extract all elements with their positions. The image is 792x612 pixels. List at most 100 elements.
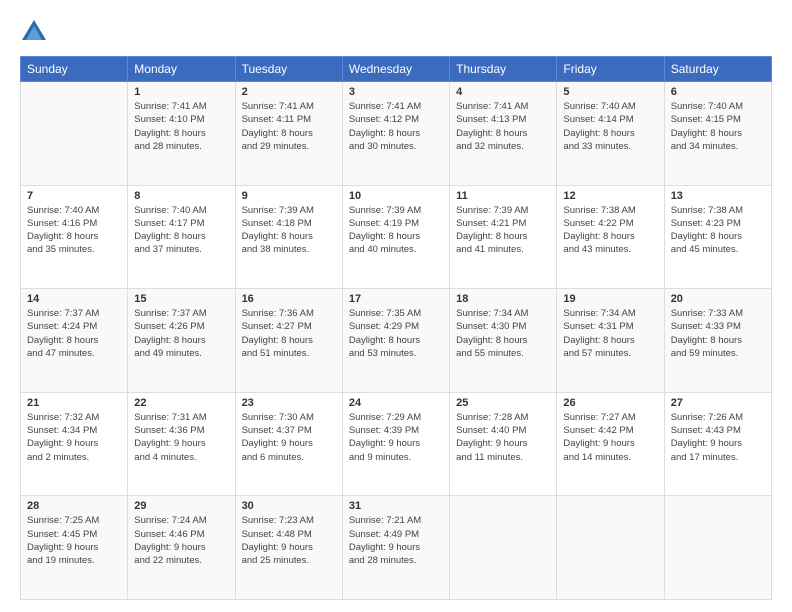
calendar-cell: 15 Sunrise: 7:37 AM Sunset: 4:26 PM Dayli… — [128, 289, 235, 393]
calendar-cell: 6 Sunrise: 7:40 AM Sunset: 4:15 PM Daylig… — [664, 82, 771, 186]
calendar-cell — [21, 82, 128, 186]
calendar-week-4: 21 Sunrise: 7:32 AM Sunset: 4:34 PM Dayli… — [21, 392, 772, 496]
calendar-cell: 24 Sunrise: 7:29 AM Sunset: 4:39 PM Dayli… — [342, 392, 449, 496]
day-info: Sunrise: 7:37 AM Sunset: 4:26 PM Dayligh… — [134, 307, 228, 360]
day-info: Sunrise: 7:36 AM Sunset: 4:27 PM Dayligh… — [242, 307, 336, 360]
calendar-cell: 12 Sunrise: 7:38 AM Sunset: 4:22 PM Dayli… — [557, 185, 664, 289]
day-info: Sunrise: 7:40 AM Sunset: 4:17 PM Dayligh… — [134, 204, 228, 257]
day-info: Sunrise: 7:31 AM Sunset: 4:36 PM Dayligh… — [134, 411, 228, 464]
calendar-cell: 21 Sunrise: 7:32 AM Sunset: 4:34 PM Dayli… — [21, 392, 128, 496]
calendar-cell: 5 Sunrise: 7:40 AM Sunset: 4:14 PM Daylig… — [557, 82, 664, 186]
day-number: 11 — [456, 190, 550, 202]
day-info: Sunrise: 7:29 AM Sunset: 4:39 PM Dayligh… — [349, 411, 443, 464]
calendar-cell: 17Sunrise: 7:35 AM Sunset: 4:29 PM Dayli… — [342, 289, 449, 393]
calendar-cell: 18Sunrise: 7:34 AM Sunset: 4:30 PM Dayli… — [450, 289, 557, 393]
calendar-cell: 28 Sunrise: 7:25 AM Sunset: 4:45 PM Dayli… — [21, 496, 128, 600]
calendar-cell: 20 Sunrise: 7:33 AM Sunset: 4:33 PM Dayli… — [664, 289, 771, 393]
day-number: 22 — [134, 397, 228, 409]
day-number: 17 — [349, 293, 443, 305]
day-info: Sunrise: 7:38 AM Sunset: 4:22 PM Dayligh… — [563, 204, 657, 257]
calendar-cell — [557, 496, 664, 600]
day-info: Sunrise: 7:41 AM Sunset: 4:11 PM Dayligh… — [242, 100, 336, 153]
day-info: Sunrise: 7:41 AM Sunset: 4:13 PM Dayligh… — [456, 100, 550, 153]
day-number: 26 — [563, 397, 657, 409]
day-number: 1 — [134, 86, 228, 98]
calendar-cell: 29 Sunrise: 7:24 AM Sunset: 4:46 PM Dayli… — [128, 496, 235, 600]
day-number: 7 — [27, 190, 121, 202]
day-info: Sunrise: 7:39 AM Sunset: 4:18 PM Dayligh… — [242, 204, 336, 257]
calendar-week-3: 14 Sunrise: 7:37 AM Sunset: 4:24 PM Dayli… — [21, 289, 772, 393]
day-info: Sunrise: 7:24 AM Sunset: 4:46 PM Dayligh… — [134, 514, 228, 567]
page-header — [20, 18, 772, 46]
calendar-cell — [450, 496, 557, 600]
day-number: 3 — [349, 86, 443, 98]
logo — [20, 18, 52, 46]
day-info: Sunrise: 7:28 AM Sunset: 4:40 PM Dayligh… — [456, 411, 550, 464]
calendar-week-1: 1 Sunrise: 7:41 AM Sunset: 4:10 PM Daylig… — [21, 82, 772, 186]
col-saturday: Saturday — [664, 57, 771, 82]
day-info: Sunrise: 7:33 AM Sunset: 4:33 PM Dayligh… — [671, 307, 765, 360]
day-number: 20 — [671, 293, 765, 305]
day-number: 6 — [671, 86, 765, 98]
calendar-cell: 4 Sunrise: 7:41 AM Sunset: 4:13 PM Daylig… — [450, 82, 557, 186]
calendar-cell: 30Sunrise: 7:23 AM Sunset: 4:48 PM Dayli… — [235, 496, 342, 600]
calendar-cell: 14 Sunrise: 7:37 AM Sunset: 4:24 PM Dayli… — [21, 289, 128, 393]
day-number: 8 — [134, 190, 228, 202]
calendar-cell: 13Sunrise: 7:38 AM Sunset: 4:23 PM Dayli… — [664, 185, 771, 289]
day-number: 5 — [563, 86, 657, 98]
day-number: 18 — [456, 293, 550, 305]
calendar-cell: 3 Sunrise: 7:41 AM Sunset: 4:12 PM Daylig… — [342, 82, 449, 186]
day-info: Sunrise: 7:40 AM Sunset: 4:15 PM Dayligh… — [671, 100, 765, 153]
calendar-cell: 16 Sunrise: 7:36 AM Sunset: 4:27 PM Dayli… — [235, 289, 342, 393]
calendar-cell: 23Sunrise: 7:30 AM Sunset: 4:37 PM Dayli… — [235, 392, 342, 496]
calendar-header: Sunday Monday Tuesday Wednesday Thursday… — [21, 57, 772, 82]
logo-icon — [20, 18, 48, 46]
calendar-cell: 11 Sunrise: 7:39 AM Sunset: 4:21 PM Dayli… — [450, 185, 557, 289]
day-info: Sunrise: 7:23 AM Sunset: 4:48 PM Dayligh… — [242, 514, 336, 567]
col-tuesday: Tuesday — [235, 57, 342, 82]
day-number: 16 — [242, 293, 336, 305]
calendar-table: Sunday Monday Tuesday Wednesday Thursday… — [20, 56, 772, 600]
day-info: Sunrise: 7:41 AM Sunset: 4:12 PM Dayligh… — [349, 100, 443, 153]
day-number: 10 — [349, 190, 443, 202]
col-wednesday: Wednesday — [342, 57, 449, 82]
day-number: 31 — [349, 500, 443, 512]
day-number: 28 — [27, 500, 121, 512]
day-info: Sunrise: 7:32 AM Sunset: 4:34 PM Dayligh… — [27, 411, 121, 464]
day-info: Sunrise: 7:21 AM Sunset: 4:49 PM Dayligh… — [349, 514, 443, 567]
calendar-cell: 25 Sunrise: 7:28 AM Sunset: 4:40 PM Dayli… — [450, 392, 557, 496]
day-number: 29 — [134, 500, 228, 512]
day-info: Sunrise: 7:39 AM Sunset: 4:19 PM Dayligh… — [349, 204, 443, 257]
day-number: 4 — [456, 86, 550, 98]
day-number: 14 — [27, 293, 121, 305]
day-info: Sunrise: 7:37 AM Sunset: 4:24 PM Dayligh… — [27, 307, 121, 360]
day-number: 12 — [563, 190, 657, 202]
day-info: Sunrise: 7:40 AM Sunset: 4:16 PM Dayligh… — [27, 204, 121, 257]
day-number: 27 — [671, 397, 765, 409]
calendar-cell — [664, 496, 771, 600]
col-friday: Friday — [557, 57, 664, 82]
day-info: Sunrise: 7:41 AM Sunset: 4:10 PM Dayligh… — [134, 100, 228, 153]
day-number: 15 — [134, 293, 228, 305]
day-number: 19 — [563, 293, 657, 305]
day-number: 24 — [349, 397, 443, 409]
day-number: 13 — [671, 190, 765, 202]
day-info: Sunrise: 7:25 AM Sunset: 4:45 PM Dayligh… — [27, 514, 121, 567]
calendar-cell: 19 Sunrise: 7:34 AM Sunset: 4:31 PM Dayli… — [557, 289, 664, 393]
day-info: Sunrise: 7:34 AM Sunset: 4:31 PM Dayligh… — [563, 307, 657, 360]
calendar-cell: 2 Sunrise: 7:41 AM Sunset: 4:11 PM Daylig… — [235, 82, 342, 186]
calendar-cell: 31 Sunrise: 7:21 AM Sunset: 4:49 PM Dayli… — [342, 496, 449, 600]
day-info: Sunrise: 7:26 AM Sunset: 4:43 PM Dayligh… — [671, 411, 765, 464]
calendar-cell: 10 Sunrise: 7:39 AM Sunset: 4:19 PM Dayli… — [342, 185, 449, 289]
col-thursday: Thursday — [450, 57, 557, 82]
calendar-body: 1 Sunrise: 7:41 AM Sunset: 4:10 PM Daylig… — [21, 82, 772, 600]
day-info: Sunrise: 7:39 AM Sunset: 4:21 PM Dayligh… — [456, 204, 550, 257]
day-number: 25 — [456, 397, 550, 409]
calendar-cell: 7 Sunrise: 7:40 AM Sunset: 4:16 PM Daylig… — [21, 185, 128, 289]
day-info: Sunrise: 7:30 AM Sunset: 4:37 PM Dayligh… — [242, 411, 336, 464]
day-number: 2 — [242, 86, 336, 98]
calendar-cell: 1 Sunrise: 7:41 AM Sunset: 4:10 PM Daylig… — [128, 82, 235, 186]
day-info: Sunrise: 7:27 AM Sunset: 4:42 PM Dayligh… — [563, 411, 657, 464]
day-number: 21 — [27, 397, 121, 409]
day-info: Sunrise: 7:40 AM Sunset: 4:14 PM Dayligh… — [563, 100, 657, 153]
